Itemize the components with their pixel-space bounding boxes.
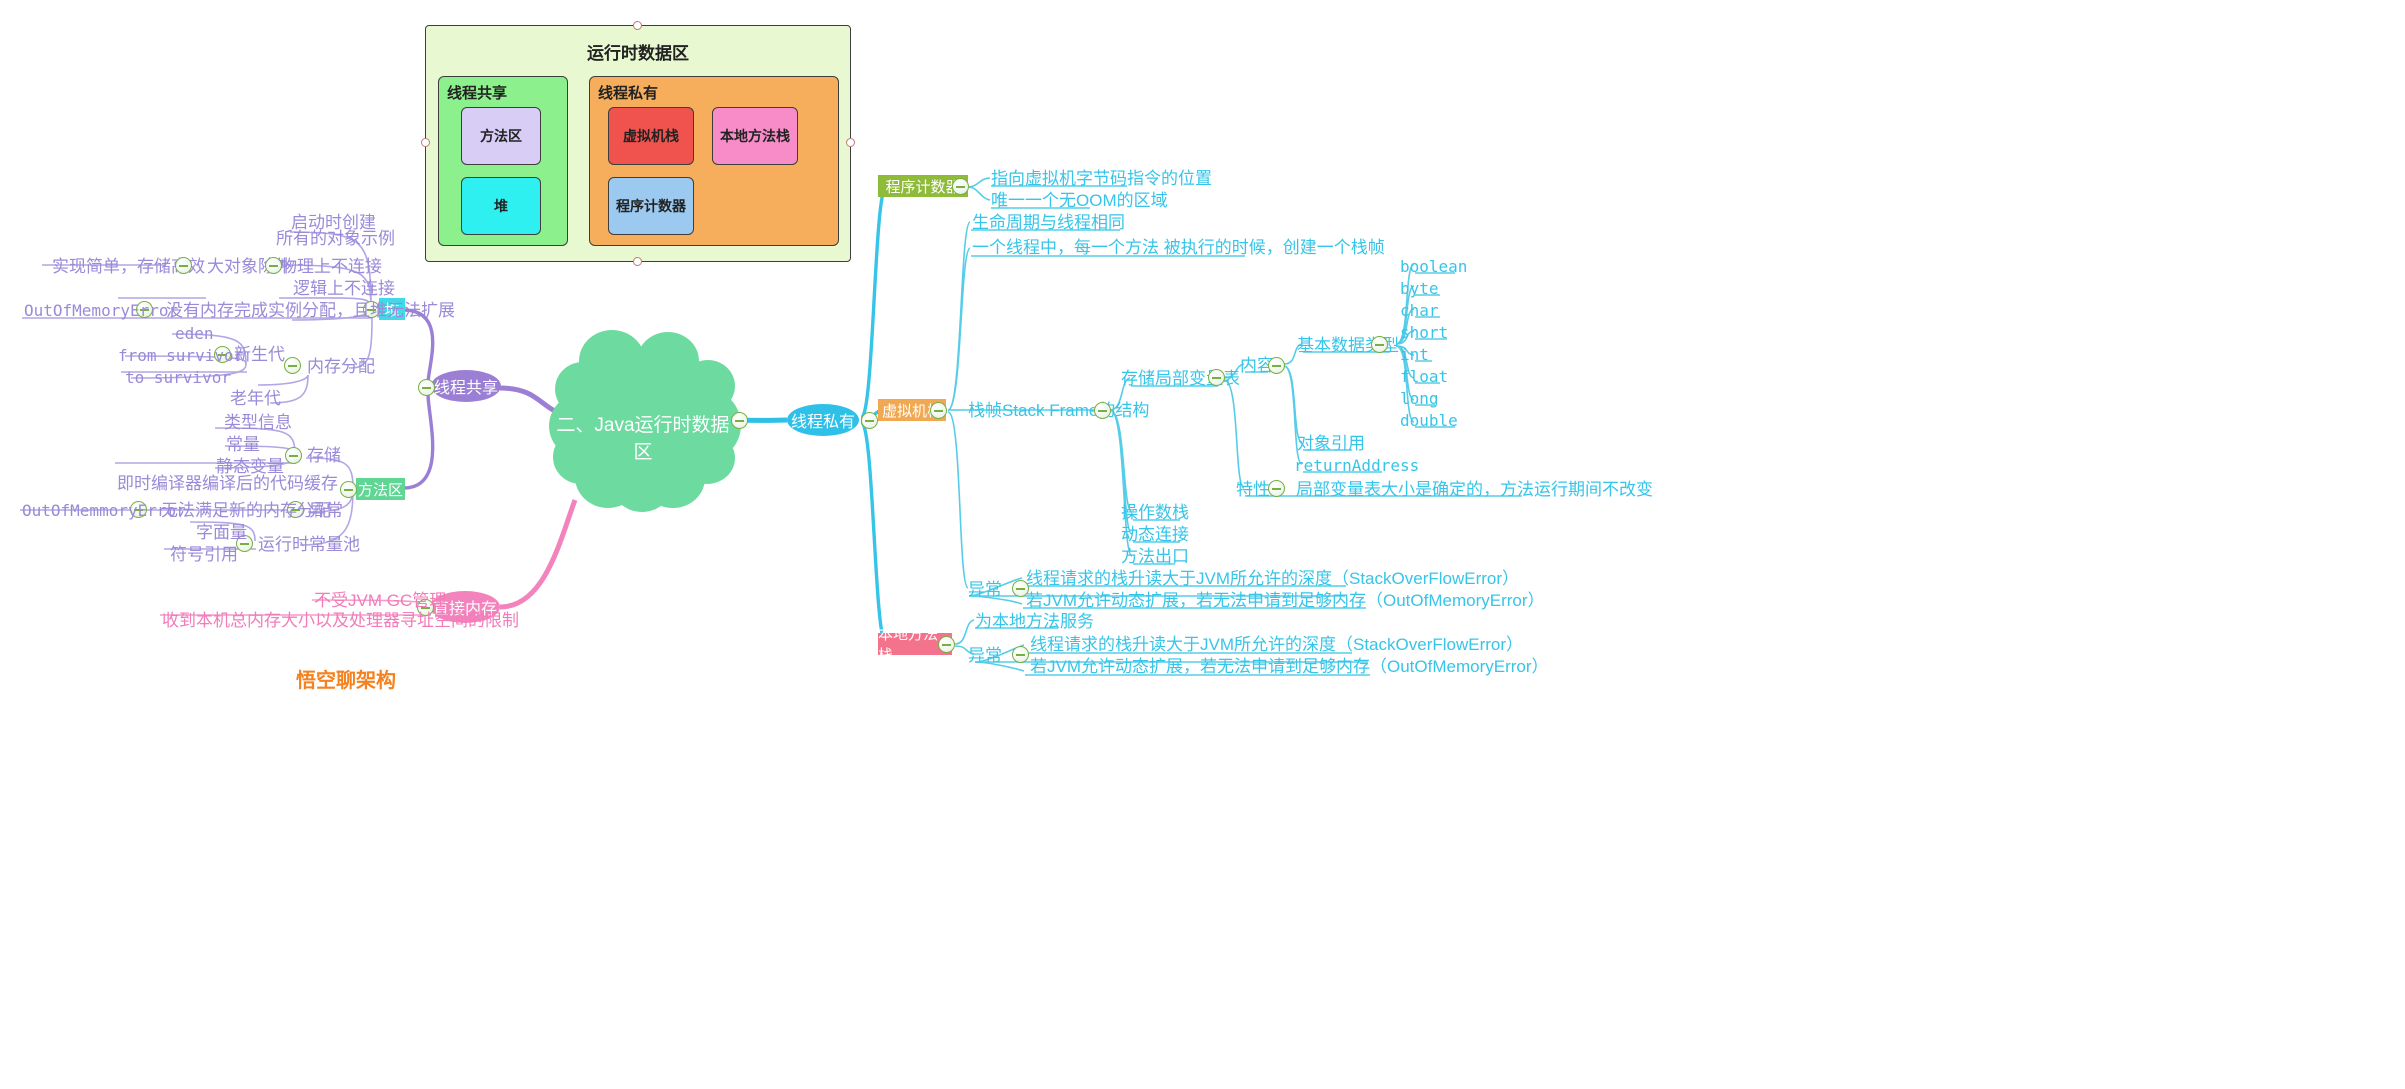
primitive-byte[interactable]: byte	[1400, 281, 1439, 297]
toggle-method-storage[interactable]	[285, 447, 302, 464]
native-stack-purpose[interactable]: 为本地方法服务	[975, 613, 1094, 630]
native-stack-exception[interactable]: 异常	[968, 647, 1002, 664]
diagram-pc-register-box: 程序计数器	[608, 177, 694, 235]
root-node-label: 二、Java运行时数据区	[556, 415, 730, 463]
branch-thread-private[interactable]: 线程私有	[787, 404, 859, 436]
primitive-int[interactable]: int	[1400, 347, 1429, 363]
locals-feature-detail[interactable]: 局部变量表大小是确定的，方法运行期间不改变	[1296, 481, 1653, 498]
method-storage-type-info[interactable]: 类型信息	[224, 414, 292, 431]
constant-pool-literal[interactable]: 字面量	[196, 524, 247, 541]
runtime-data-area-diagram: 运行时数据区 线程共享 方法区 堆 线程私有 虚拟机栈 本地方法栈 程序计数器	[425, 25, 851, 262]
toggle-thread-private[interactable]	[861, 412, 878, 429]
vm-stack-exception-oom[interactable]: 若JVM允许动态扩展，若无法申请到足够内存（OutOfMemoryError）	[1026, 592, 1545, 609]
toggle-primitive-types[interactable]	[1371, 336, 1388, 353]
direct-memory-limit[interactable]: 收到本机总内存大小以及处理器寻址空间的限制	[162, 612, 519, 629]
vm-stack-item-lifecycle[interactable]: 生命周期与线程相同	[972, 214, 1125, 231]
diagram-anchor-top	[633, 21, 642, 30]
toggle-native-stack[interactable]	[938, 636, 955, 653]
heap-young-eden[interactable]: eden	[175, 326, 214, 342]
pc-register-item-pointer[interactable]: 指向虚拟机字节码指令的位置	[991, 170, 1212, 187]
diagram-thread-shared-box: 线程共享 方法区 堆	[438, 76, 568, 246]
content-return-address[interactable]: returnAddress	[1294, 458, 1419, 474]
mindmap-canvas: 运行时数据区 线程共享 方法区 堆 线程私有 虚拟机栈 本地方法栈 程序计数器 …	[0, 0, 2405, 1089]
vm-stack-exception[interactable]: 异常	[968, 581, 1002, 598]
diagram-method-area-box: 方法区	[461, 107, 541, 165]
watermark: 悟空聊架构	[296, 670, 396, 692]
connector-lines	[20, 177, 1522, 676]
heap-memory-allocation[interactable]: 内存分配	[307, 358, 375, 375]
vm-stack-frame-structure[interactable]: 栈帧Stack Frame的结构	[968, 402, 1149, 419]
method-storage-jit-cache[interactable]: 即时编译器编译后的代码缓存	[117, 475, 338, 492]
heap-old-generation[interactable]: 老年代	[230, 390, 281, 407]
primitive-boolean[interactable]: boolean	[1400, 259, 1467, 275]
frame-dynamic-linking[interactable]: 动态连接	[1121, 526, 1189, 543]
primitive-double[interactable]: double	[1400, 413, 1458, 429]
diagram-anchor-right	[846, 138, 855, 147]
native-stack-exception-oom[interactable]: 若JVM允许动态扩展，若无法申请到足够内存（OutOfMemoryError）	[1030, 658, 1549, 675]
primitive-long[interactable]: long	[1400, 391, 1439, 407]
diagram-heap-box: 堆	[461, 177, 541, 235]
toggle-vm-stack[interactable]	[930, 402, 947, 419]
vm-stack-item-frame-creation[interactable]: 一个线程中，每一个方法 被执行的时候，创建一个栈帧	[972, 239, 1385, 256]
toggle-locals-feature[interactable]	[1268, 480, 1285, 497]
method-constant-pool[interactable]: 运行时常量池	[258, 536, 360, 553]
diagram-title: 运行时数据区	[587, 44, 689, 63]
heap-oom-detail[interactable]: 没有内存完成实例分配，且堆无法扩展	[166, 302, 455, 319]
primitive-short[interactable]: short	[1400, 325, 1448, 341]
toggle-big-object[interactable]	[265, 257, 282, 274]
diagram-vm-stack-box: 虚拟机栈	[608, 107, 694, 165]
method-area-storage[interactable]: 存储	[307, 447, 341, 464]
node-method-area[interactable]: 方法区	[356, 478, 405, 500]
toggle-native-stack-exception[interactable]	[1012, 646, 1029, 663]
heap-young-to-survivor[interactable]: to survivor	[125, 370, 231, 386]
constant-pool-symbol-ref[interactable]: 符号引用	[170, 546, 238, 563]
method-exception-error[interactable]: OutOfMemmoryError	[22, 503, 186, 519]
primitive-float[interactable]: float	[1400, 369, 1448, 385]
heap-item-logically-noncontiguous[interactable]: 逻辑上不连接	[293, 280, 395, 297]
method-exception-detail[interactable]: 无法满足新的内存分配	[161, 502, 331, 519]
direct-memory-no-gc[interactable]: 不受JVM GC管理	[314, 592, 446, 609]
method-storage-constant[interactable]: 常量	[226, 436, 260, 453]
heap-oom-label[interactable]: OutOfMemoryError	[24, 303, 178, 319]
heap-item-all-objects[interactable]: 所有的对象示例	[276, 230, 395, 247]
vm-stack-exception-sof[interactable]: 线程请求的栈升读大于JVM所允许的深度（StackOverFlowError）	[1026, 570, 1519, 587]
toggle-big-object-detail[interactable]	[175, 257, 192, 274]
frame-operand-stack[interactable]: 操作数栈	[1121, 504, 1189, 521]
toggle-local-variable-table[interactable]	[1208, 369, 1225, 386]
diagram-native-stack-box: 本地方法栈	[712, 107, 798, 165]
toggle-locals-content[interactable]	[1268, 357, 1285, 374]
diagram-thread-private-header: 线程私有	[598, 85, 659, 102]
branch-thread-shared[interactable]: 线程共享	[431, 370, 501, 402]
frame-method-exit[interactable]: 方法出口	[1121, 548, 1189, 565]
diagram-thread-private-box: 线程私有 虚拟机栈 本地方法栈 程序计数器	[589, 76, 839, 246]
locals-feature[interactable]: 特性	[1236, 481, 1270, 498]
toggle-pc-register[interactable]	[952, 178, 969, 195]
native-stack-exception-sof[interactable]: 线程请求的栈升读大于JVM所允许的深度（StackOverFlowError）	[1030, 636, 1523, 653]
diagram-thread-shared-header: 线程共享	[447, 85, 508, 102]
toggle-thread-shared[interactable]	[418, 379, 435, 396]
method-storage-static-variable[interactable]: 静态变量	[216, 458, 284, 475]
toggle-method-area[interactable]	[340, 481, 357, 498]
toggle-memory-allocation[interactable]	[284, 357, 301, 374]
diagram-anchor-bottom	[633, 257, 642, 266]
diagram-anchor-left	[421, 138, 430, 147]
content-object-reference[interactable]: 对象引用	[1297, 435, 1365, 452]
toggle-frame-structure[interactable]	[1094, 402, 1111, 419]
primitive-char[interactable]: char	[1400, 303, 1439, 319]
heap-young-from-survivor[interactable]: from survivor	[118, 348, 243, 364]
heap-item-physically-noncontiguous[interactable]: 物理上不连接	[280, 258, 382, 275]
pc-register-item-no-oom[interactable]: 唯一一个无OOM的区域	[991, 192, 1168, 209]
